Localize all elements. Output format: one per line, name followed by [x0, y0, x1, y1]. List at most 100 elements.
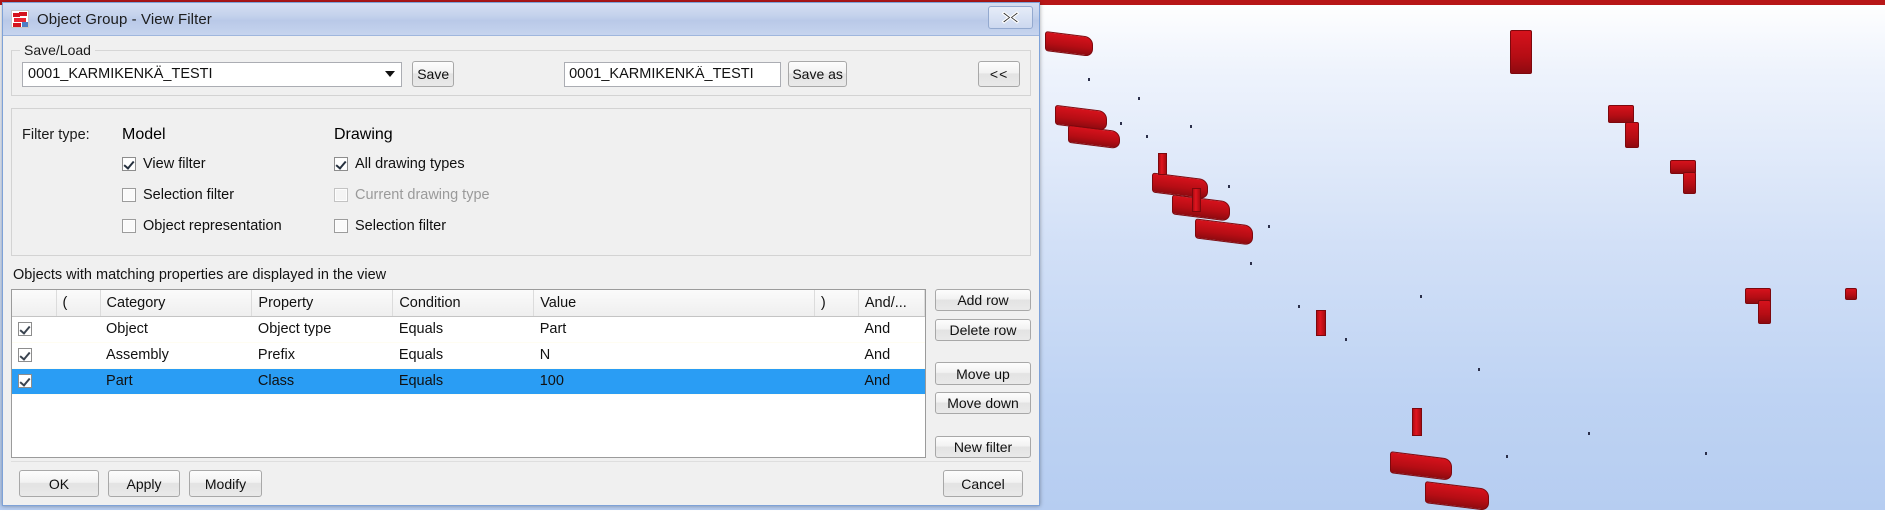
- checkbox-selection-filter-model[interactable]: Selection filter: [122, 187, 234, 203]
- grid-col-category[interactable]: Category: [100, 290, 252, 316]
- delete-row-button[interactable]: Delete row: [935, 319, 1031, 341]
- checkbox-icon[interactable]: [334, 157, 348, 171]
- grid-col-condition[interactable]: Condition: [393, 290, 534, 316]
- save-name-input[interactable]: [564, 62, 781, 87]
- model-object-plate: [1045, 31, 1093, 57]
- spacer: [935, 414, 1031, 435]
- row-property[interactable]: Class: [252, 368, 393, 394]
- grid-col-conjunction[interactable]: And/...: [858, 290, 924, 316]
- checkbox-icon[interactable]: [122, 188, 136, 202]
- dialog-footer: OK Apply Modify Cancel: [11, 461, 1031, 505]
- row-category[interactable]: Object: [100, 316, 252, 342]
- object-group-view-filter-dialog[interactable]: Object Group - View Filter Save/Load 000…: [2, 2, 1040, 506]
- checkbox-icon[interactable]: [18, 374, 32, 388]
- row-open-paren[interactable]: [56, 316, 100, 342]
- dialog-titlebar[interactable]: Object Group - View Filter: [3, 3, 1039, 36]
- checkbox-all-drawing-types[interactable]: All drawing types: [334, 156, 465, 172]
- checkbox-current-drawing-type-label: Current drawing type: [355, 187, 490, 203]
- row-condition[interactable]: Equals: [393, 368, 534, 394]
- model-object-plate: [1425, 481, 1489, 511]
- row-property[interactable]: Object type: [252, 316, 393, 342]
- filter-type-header-row: Filter type: Model Drawing: [22, 119, 1020, 150]
- row-value[interactable]: Part: [534, 316, 815, 342]
- collapse-panel-button[interactable]: <<: [978, 61, 1020, 87]
- row-value[interactable]: 100: [534, 368, 815, 394]
- cancel-button[interactable]: Cancel: [943, 470, 1023, 497]
- chevron-down-icon[interactable]: [385, 71, 395, 77]
- checkbox-icon[interactable]: [122, 219, 136, 233]
- filter-description: Objects with matching properties are dis…: [13, 267, 1029, 283]
- row-enabled-checkbox[interactable]: [12, 342, 56, 368]
- checkbox-icon[interactable]: [18, 348, 32, 362]
- row-close-paren[interactable]: [814, 342, 858, 368]
- checkbox-icon[interactable]: [122, 157, 136, 171]
- row-close-paren[interactable]: [814, 316, 858, 342]
- model-object-plate: [1390, 451, 1452, 481]
- row-open-paren[interactable]: [56, 368, 100, 394]
- spacer: [935, 341, 1031, 362]
- model-column-header: Model: [122, 126, 334, 144]
- model-detail-marker: [1138, 97, 1140, 100]
- save-button[interactable]: Save: [412, 61, 454, 87]
- checkbox-view-filter[interactable]: View filter: [122, 156, 206, 172]
- apply-button[interactable]: Apply: [108, 470, 180, 497]
- save-load-group-title: Save/Load: [20, 42, 95, 58]
- row-enabled-checkbox[interactable]: [12, 316, 56, 342]
- grid-col-enabled[interactable]: [12, 290, 56, 316]
- checkbox-view-filter-label: View filter: [143, 156, 206, 172]
- model-detail-marker: [1298, 305, 1300, 308]
- filter-select[interactable]: 0001_KARMIKENKÄ_TESTI: [22, 62, 402, 87]
- row-enabled-checkbox[interactable]: [12, 368, 56, 394]
- row-category[interactable]: Part: [100, 368, 252, 394]
- filter-rules-grid[interactable]: ( Category Property Condition Value ) An…: [11, 289, 926, 458]
- grid-empty-space[interactable]: [12, 395, 925, 458]
- spacer: [935, 385, 1031, 392]
- add-row-button[interactable]: Add row: [935, 289, 1031, 311]
- filter-type-row-1: View filter All drawing types: [22, 150, 1020, 181]
- filter-type-label: Filter type:: [22, 127, 122, 143]
- grid-col-property[interactable]: Property: [252, 290, 393, 316]
- row-open-paren[interactable]: [56, 342, 100, 368]
- grid-col-open-paren[interactable]: (: [56, 290, 100, 316]
- table-row[interactable]: Part Class Equals 100 And: [12, 368, 925, 394]
- model-object-plate: [1683, 172, 1696, 194]
- checkbox-current-drawing-type: Current drawing type: [334, 187, 490, 203]
- model-detail-marker: [1268, 225, 1270, 228]
- table-row[interactable]: Object Object type Equals Part And: [12, 316, 925, 342]
- row-condition[interactable]: Equals: [393, 316, 534, 342]
- save-as-button[interactable]: Save as: [788, 61, 847, 87]
- checkbox-icon[interactable]: [334, 219, 348, 233]
- tekla-app-icon: [11, 10, 29, 28]
- row-condition[interactable]: Equals: [393, 342, 534, 368]
- model-object-column: [1412, 408, 1422, 436]
- new-filter-button[interactable]: New filter: [935, 436, 1031, 458]
- model-object-column: [1316, 310, 1326, 336]
- row-category[interactable]: Assembly: [100, 342, 252, 368]
- grid-side-buttons: Add row Delete row Move up Move down New…: [935, 289, 1031, 458]
- row-close-paren[interactable]: [814, 368, 858, 394]
- model-object-column: [1158, 153, 1167, 175]
- model-object-plate: [1172, 194, 1230, 221]
- row-conjunction[interactable]: And: [858, 368, 924, 394]
- row-conjunction[interactable]: And: [858, 316, 924, 342]
- save-load-row: 0001_KARMIKENKÄ_TESTI Save Save as <<: [22, 61, 1020, 87]
- row-conjunction[interactable]: And: [858, 342, 924, 368]
- checkbox-object-representation[interactable]: Object representation: [122, 218, 282, 234]
- modify-button[interactable]: Modify: [189, 470, 262, 497]
- move-down-button[interactable]: Move down: [935, 392, 1031, 414]
- checkbox-icon[interactable]: [18, 322, 32, 336]
- row-property[interactable]: Prefix: [252, 342, 393, 368]
- checkbox-object-representation-label: Object representation: [143, 218, 282, 234]
- grid-col-close-paren[interactable]: ): [814, 290, 858, 316]
- row-value[interactable]: N: [534, 342, 815, 368]
- dialog-body: Save/Load 0001_KARMIKENKÄ_TESTI Save Sav…: [3, 36, 1039, 505]
- move-up-button[interactable]: Move up: [935, 362, 1031, 384]
- close-icon[interactable]: [988, 6, 1033, 29]
- checkbox-selection-filter-drawing[interactable]: Selection filter: [334, 218, 446, 234]
- ok-button[interactable]: OK: [19, 470, 99, 497]
- table-row[interactable]: Assembly Prefix Equals N And: [12, 342, 925, 368]
- filter-type-group: Filter type: Model Drawing View filter A…: [11, 108, 1031, 256]
- grid-col-value[interactable]: Value: [534, 290, 815, 316]
- filter-type-row-2: Selection filter Current drawing type: [22, 181, 1020, 212]
- checkbox-icon: [334, 188, 348, 202]
